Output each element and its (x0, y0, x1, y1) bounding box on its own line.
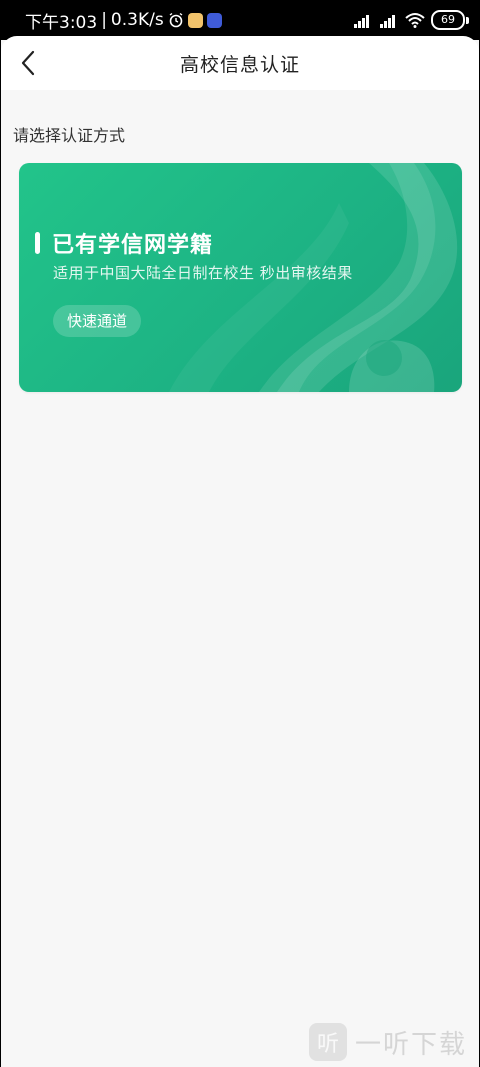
title-accent-bar (35, 232, 40, 254)
battery-tip (466, 16, 469, 24)
watermark-text: 一听下载 (354, 1029, 467, 1060)
alarm-icon (169, 12, 183, 28)
card-title-row: 已有学信网学籍 (35, 227, 213, 259)
chevron-left-icon (21, 50, 35, 76)
nav-header: 高校信息认证 (1, 36, 479, 90)
status-separator: | (101, 10, 107, 30)
network-speed: 0.3K/s (110, 10, 164, 30)
status-left: 下午3:03 | 0.3K/s (25, 8, 222, 33)
status-right: 69 (353, 10, 469, 30)
app-notification-icon (187, 12, 203, 28)
back-button[interactable] (13, 48, 43, 78)
status-bar: 下午3:03 | 0.3K/s 69 (1, 0, 479, 40)
page-title: 高校信息认证 (179, 53, 300, 76)
signal-icon (354, 15, 369, 28)
status-time: 下午3:03 (25, 12, 98, 33)
card-title: 已有学信网学籍 (52, 233, 214, 258)
watermark-logo-icon: 听 (308, 1023, 347, 1061)
battery-icon: 69 (431, 10, 469, 30)
watermark-logo-glyph: 听 (316, 1032, 339, 1057)
fast-track-button[interactable]: 快速通道 (53, 305, 142, 337)
app-notification-icon (206, 12, 222, 28)
watermark: 听 一听下载 (308, 1023, 467, 1061)
signal-icon (380, 15, 395, 28)
section-label: 请选择认证方式 (13, 126, 126, 145)
card-subtitle: 适用于中国大陆全日制在校生 秒出审核结果 (53, 264, 353, 282)
battery-level: 69 (431, 10, 465, 30)
wifi-icon (405, 13, 425, 28)
app-screen: 下午3:03 | 0.3K/s 69 高校信息认证 请选择认证方式 已有学信网学… (1, 0, 479, 1067)
